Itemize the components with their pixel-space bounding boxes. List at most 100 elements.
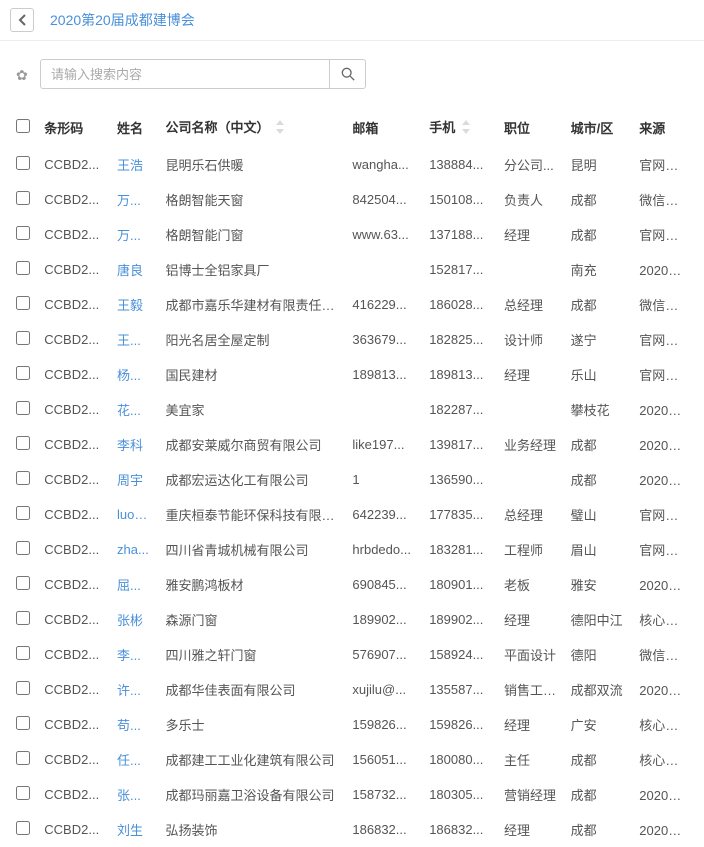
row-checkbox[interactable]	[16, 296, 30, 310]
search-button[interactable]	[330, 59, 366, 89]
cell-city: 成都	[565, 462, 634, 497]
gear-icon[interactable]: ✿	[16, 67, 28, 84]
row-checkbox[interactable]	[16, 156, 30, 170]
col-source[interactable]: 来源	[633, 107, 694, 147]
cell-company: 国民建材	[160, 357, 347, 392]
col-barcode[interactable]: 条形码	[38, 107, 111, 147]
cell-name[interactable]: 李科	[111, 427, 159, 462]
cell-name[interactable]: 周宇	[111, 462, 159, 497]
row-checkbox[interactable]	[16, 646, 30, 660]
cell-name[interactable]: luowei	[111, 497, 159, 532]
cell-name[interactable]: zha...	[111, 532, 159, 567]
search-icon	[341, 67, 355, 81]
cell-name[interactable]: 张彬	[111, 602, 159, 637]
row-checkbox[interactable]	[16, 821, 30, 835]
cell-barcode: CCBD2...	[38, 147, 111, 182]
cell-name[interactable]: 万...	[111, 217, 159, 252]
cell-source: 核心买...	[633, 742, 694, 777]
row-checkbox[interactable]	[16, 331, 30, 345]
cell-name[interactable]: 屈...	[111, 567, 159, 602]
row-checkbox[interactable]	[16, 366, 30, 380]
cell-phone: 139817...	[423, 427, 498, 462]
chevron-left-icon	[18, 14, 26, 26]
row-checkbox[interactable]	[16, 261, 30, 275]
row-checkbox[interactable]	[16, 226, 30, 240]
cell-position: 总经理	[498, 497, 565, 532]
cell-name[interactable]: 王毅	[111, 287, 159, 322]
table-row: CCBD2...杨...国民建材189813...189813...经理乐山官网…	[10, 357, 694, 392]
cell-position	[498, 392, 565, 427]
row-checkbox[interactable]	[16, 401, 30, 415]
cell-name[interactable]: 唐良	[111, 252, 159, 287]
breadcrumb[interactable]: 2020第20届成都建博会	[50, 10, 195, 30]
cell-company: 格朗智能天窗	[160, 182, 347, 217]
cell-phone: 150108...	[423, 182, 498, 217]
cell-source: 官网登记	[633, 147, 694, 182]
col-position[interactable]: 职位	[498, 107, 565, 147]
cell-source: 微信订...	[633, 287, 694, 322]
col-company[interactable]: 公司名称（中文）	[160, 107, 347, 147]
cell-city: 成都	[565, 287, 634, 322]
cell-name[interactable]: 许...	[111, 672, 159, 707]
cell-name[interactable]: 张...	[111, 777, 159, 812]
cell-city: 成都	[565, 812, 634, 847]
cell-company: 成都安莱威尔商贸有限公司	[160, 427, 347, 462]
cell-company: 雅安鹏鸿板材	[160, 567, 347, 602]
cell-company: 四川雅之轩门窗	[160, 637, 347, 672]
cell-barcode: CCBD2...	[38, 637, 111, 672]
cell-name[interactable]: 杨...	[111, 357, 159, 392]
row-checkbox[interactable]	[16, 191, 30, 205]
row-checkbox[interactable]	[16, 541, 30, 555]
col-phone[interactable]: 手机	[423, 107, 498, 147]
row-checkbox[interactable]	[16, 786, 30, 800]
col-email[interactable]: 邮箱	[346, 107, 423, 147]
select-all-checkbox[interactable]	[16, 119, 30, 133]
cell-name[interactable]: 万...	[111, 182, 159, 217]
row-checkbox[interactable]	[16, 611, 30, 625]
cell-name[interactable]: 任...	[111, 742, 159, 777]
cell-barcode: CCBD2...	[38, 392, 111, 427]
cell-barcode: CCBD2...	[38, 812, 111, 847]
cell-name[interactable]: 王...	[111, 322, 159, 357]
table-row: CCBD2...王毅成都市嘉乐华建材有限责任公司416229...186028.…	[10, 287, 694, 322]
cell-barcode: CCBD2...	[38, 252, 111, 287]
cell-city: 广安	[565, 707, 634, 742]
table-row: CCBD2...张彬森源门窗189902...189902...经理德阳中江核心…	[10, 602, 694, 637]
cell-name[interactable]: 苟...	[111, 707, 159, 742]
row-checkbox[interactable]	[16, 506, 30, 520]
cell-position: 主任	[498, 742, 565, 777]
cell-barcode: CCBD2...	[38, 287, 111, 322]
search-input[interactable]	[40, 59, 330, 89]
cell-city: 乐山	[565, 357, 634, 392]
col-city[interactable]: 城市/区	[565, 107, 634, 147]
cell-barcode: CCBD2...	[38, 497, 111, 532]
cell-name[interactable]: 花...	[111, 392, 159, 427]
cell-email: www.63...	[346, 217, 423, 252]
cell-name[interactable]: 李...	[111, 637, 159, 672]
cell-barcode: CCBD2...	[38, 672, 111, 707]
table-row: CCBD2...李科成都安莱威尔商贸有限公司like197...139817..…	[10, 427, 694, 462]
cell-position: 分公司...	[498, 147, 565, 182]
back-button[interactable]	[10, 8, 34, 32]
cell-email: 189902...	[346, 602, 423, 637]
cell-email: xujilu@...	[346, 672, 423, 707]
row-checkbox[interactable]	[16, 751, 30, 765]
cell-company: 铝博士全铝家具厂	[160, 252, 347, 287]
cell-name[interactable]: 王浩	[111, 147, 159, 182]
cell-company: 格朗智能门窗	[160, 217, 347, 252]
cell-company: 弘扬装饰	[160, 812, 347, 847]
cell-phone: 186832...	[423, 812, 498, 847]
table-row: CCBD2...许...成都华佳表面有限公司xujilu@...135587..…	[10, 672, 694, 707]
cell-source: 2020届...	[633, 427, 694, 462]
cell-name[interactable]: 刘生	[111, 812, 159, 847]
col-name[interactable]: 姓名	[111, 107, 159, 147]
row-checkbox[interactable]	[16, 471, 30, 485]
row-checkbox[interactable]	[16, 576, 30, 590]
cell-company: 昆明乐石供暖	[160, 147, 347, 182]
sort-icon	[275, 120, 285, 137]
row-checkbox[interactable]	[16, 436, 30, 450]
cell-city: 成都	[565, 182, 634, 217]
row-checkbox[interactable]	[16, 716, 30, 730]
row-checkbox[interactable]	[16, 681, 30, 695]
cell-source: 2020届...	[633, 777, 694, 812]
